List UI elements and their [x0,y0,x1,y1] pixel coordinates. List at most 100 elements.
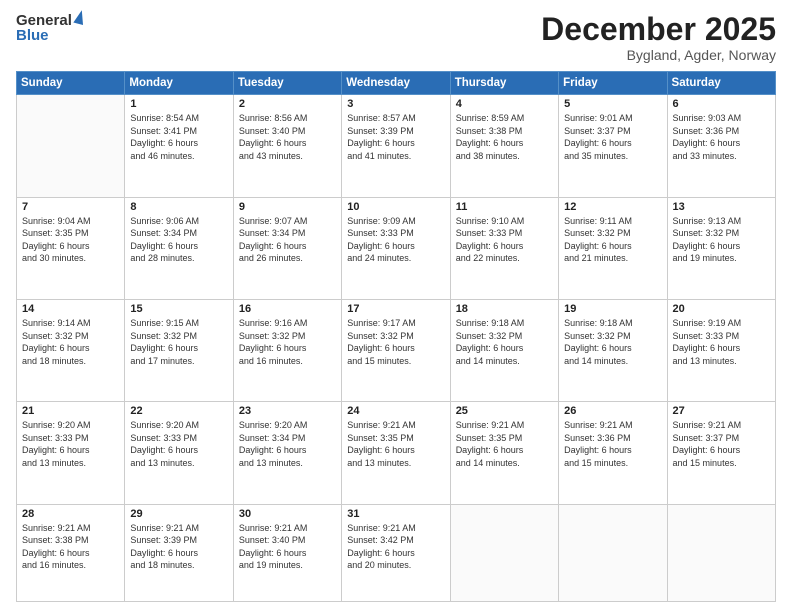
table-row: 21Sunrise: 9:20 AMSunset: 3:33 PMDayligh… [17,402,125,504]
day-number: 27 [673,405,770,417]
day-number: 9 [239,201,336,213]
title-month: December 2025 [541,12,776,47]
table-row: 12 Sunrise: 9:11 AMSunset: 3:32 PMDayligh… [559,197,667,299]
table-row: 25 Sunrise: 9:21 AMSunset: 3:35 PMDayligh… [450,402,558,504]
calendar-week-row: 21 Sunrise: 9:20 AMSunset: 3:33 PMDayligh… [17,402,776,504]
day-info: Sunrise: 9:16 AMSunset: 3:32 PMDaylight:… [239,317,336,367]
day-info: Sunrise: 9:01 AMSunset: 3:37 PMDaylight:… [564,112,661,162]
day-number: 25 [456,405,553,417]
day-info: Sunrise: 9:11 AMSunset: 3:32 PMDaylight:… [564,215,661,265]
day-number: 28 [22,508,119,520]
table-row: 16 Sunrise: 9:16 AMSunset: 3:32 PMDayligh… [233,299,341,401]
day-info: Sunrise: 9:21 AMSunset: 3:42 PMDaylight:… [347,522,444,572]
day-number: 5 [564,98,661,110]
day-number: 7 [22,201,119,213]
table-row: 15Sunrise: 9:15 AMSunset: 3:32 PMDayligh… [125,299,233,401]
calendar-table: Sunday Monday Tuesday Wednesday Thursday… [16,71,776,602]
day-info: Sunrise: 9:09 AMSunset: 3:33 PMDaylight:… [347,215,444,265]
col-wednesday: Wednesday [342,72,450,95]
table-row: 1Sunrise: 8:54 AMSunset: 3:41 PMDaylight… [125,95,233,197]
day-number: 11 [456,201,553,213]
day-info: Sunrise: 9:21 AMSunset: 3:40 PMDaylight:… [239,522,336,572]
day-number: 4 [456,98,553,110]
day-number: 3 [347,98,444,110]
day-number: 20 [673,303,770,315]
table-row: 22 Sunrise: 9:20 AMSunset: 3:33 PMDayligh… [125,402,233,504]
table-row [667,504,775,601]
day-number: 1 [130,98,227,110]
day-info: Sunrise: 9:20 AMSunset: 3:34 PMDaylight:… [239,419,336,469]
day-number: 14 [22,303,119,315]
day-info: Sunrise: 9:18 AMSunset: 3:32 PMDaylight:… [456,317,553,367]
day-number: 26 [564,405,661,417]
title-location: Bygland, Agder, Norway [541,47,776,63]
day-number: 30 [239,508,336,520]
day-info: Sunrise: 9:07 AMSunset: 3:34 PMDaylight:… [239,215,336,265]
day-number: 16 [239,303,336,315]
day-number: 12 [564,201,661,213]
day-number: 31 [347,508,444,520]
table-row: 20 Sunrise: 9:19 AMSunset: 3:33 PMDayligh… [667,299,775,401]
col-thursday: Thursday [450,72,558,95]
table-row: 30 Sunrise: 9:21 AMSunset: 3:40 PMDayligh… [233,504,341,601]
table-row: 17Sunrise: 9:17 AMSunset: 3:32 PMDayligh… [342,299,450,401]
table-row: 14Sunrise: 9:14 AMSunset: 3:32 PMDayligh… [17,299,125,401]
col-friday: Friday [559,72,667,95]
day-number: 13 [673,201,770,213]
day-number: 19 [564,303,661,315]
day-info: Sunrise: 9:03 AMSunset: 3:36 PMDaylight:… [673,112,770,162]
day-info: Sunrise: 9:15 AMSunset: 3:32 PMDaylight:… [130,317,227,367]
table-row: 18 Sunrise: 9:18 AMSunset: 3:32 PMDayligh… [450,299,558,401]
calendar-week-row: 14Sunrise: 9:14 AMSunset: 3:32 PMDayligh… [17,299,776,401]
day-info: Sunrise: 9:21 AMSunset: 3:35 PMDaylight:… [347,419,444,469]
table-row: 8Sunrise: 9:06 AMSunset: 3:34 PMDaylight… [125,197,233,299]
title-block: December 2025 Bygland, Agder, Norway [541,12,776,63]
table-row: 28 Sunrise: 9:21 AMSunset: 3:38 PMDayligh… [17,504,125,601]
table-row: 24 Sunrise: 9:21 AMSunset: 3:35 PMDayligh… [342,402,450,504]
logo: General Blue [16,12,85,44]
table-row: 2 Sunrise: 8:56 AMSunset: 3:40 PMDaylight… [233,95,341,197]
table-row: 5 Sunrise: 9:01 AMSunset: 3:37 PMDaylight… [559,95,667,197]
day-info: Sunrise: 9:19 AMSunset: 3:33 PMDaylight:… [673,317,770,367]
calendar-week-row: 28 Sunrise: 9:21 AMSunset: 3:38 PMDayligh… [17,504,776,601]
col-monday: Monday [125,72,233,95]
day-number: 23 [239,405,336,417]
logo-blue: Blue [16,27,49,44]
table-row: 4 Sunrise: 8:59 AMSunset: 3:38 PMDaylight… [450,95,558,197]
day-number: 2 [239,98,336,110]
table-row: 10Sunrise: 9:09 AMSunset: 3:33 PMDayligh… [342,197,450,299]
table-row [559,504,667,601]
day-info: Sunrise: 8:59 AMSunset: 3:38 PMDaylight:… [456,112,553,162]
table-row: 27 Sunrise: 9:21 AMSunset: 3:37 PMDayligh… [667,402,775,504]
day-number: 18 [456,303,553,315]
table-row: 11Sunrise: 9:10 AMSunset: 3:33 PMDayligh… [450,197,558,299]
day-number: 22 [130,405,227,417]
header: General Blue December 2025 Bygland, Agde… [16,12,776,63]
day-number: 24 [347,405,444,417]
calendar-week-row: 1Sunrise: 8:54 AMSunset: 3:41 PMDaylight… [17,95,776,197]
day-number: 21 [22,405,119,417]
day-info: Sunrise: 9:13 AMSunset: 3:32 PMDaylight:… [673,215,770,265]
table-row: 31 Sunrise: 9:21 AMSunset: 3:42 PMDayligh… [342,504,450,601]
page: General Blue December 2025 Bygland, Agde… [0,0,792,612]
day-info: Sunrise: 8:57 AMSunset: 3:39 PMDaylight:… [347,112,444,162]
col-tuesday: Tuesday [233,72,341,95]
day-number: 29 [130,508,227,520]
day-info: Sunrise: 9:21 AMSunset: 3:35 PMDaylight:… [456,419,553,469]
day-number: 17 [347,303,444,315]
table-row: 7 Sunrise: 9:04 AMSunset: 3:35 PMDaylight… [17,197,125,299]
day-info: Sunrise: 9:21 AMSunset: 3:37 PMDaylight:… [673,419,770,469]
day-info: Sunrise: 8:56 AMSunset: 3:40 PMDaylight:… [239,112,336,162]
day-info: Sunrise: 9:04 AMSunset: 3:35 PMDaylight:… [22,215,119,265]
day-info: Sunrise: 9:06 AMSunset: 3:34 PMDaylight:… [130,215,227,265]
day-info: Sunrise: 9:20 AMSunset: 3:33 PMDaylight:… [130,419,227,469]
table-row: 26 Sunrise: 9:21 AMSunset: 3:36 PMDayligh… [559,402,667,504]
table-row: 19Sunrise: 9:18 AMSunset: 3:32 PMDayligh… [559,299,667,401]
table-row [17,95,125,197]
day-info: Sunrise: 9:21 AMSunset: 3:38 PMDaylight:… [22,522,119,572]
calendar-week-row: 7 Sunrise: 9:04 AMSunset: 3:35 PMDaylight… [17,197,776,299]
table-row: 13 Sunrise: 9:13 AMSunset: 3:32 PMDayligh… [667,197,775,299]
day-info: Sunrise: 9:21 AMSunset: 3:36 PMDaylight:… [564,419,661,469]
calendar-header-row: Sunday Monday Tuesday Wednesday Thursday… [17,72,776,95]
day-number: 6 [673,98,770,110]
